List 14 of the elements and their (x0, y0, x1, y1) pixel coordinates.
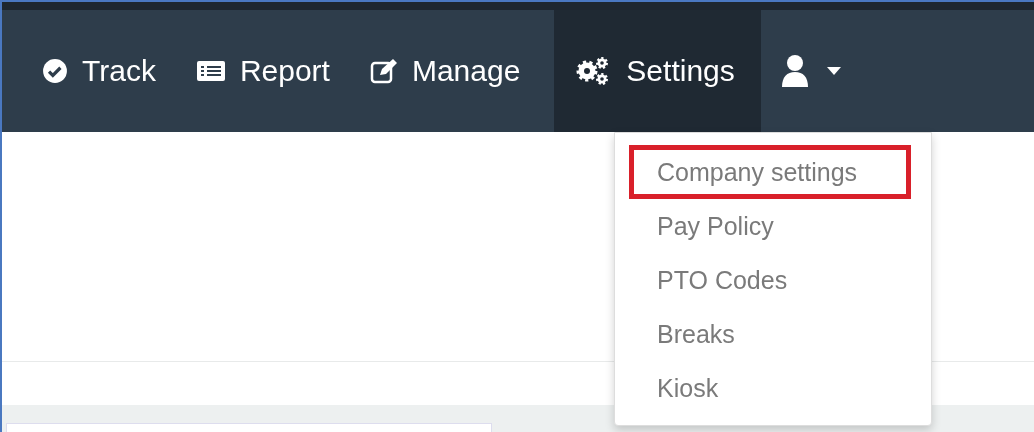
list-icon (195, 59, 226, 83)
caret-icon (826, 67, 841, 75)
check-circle-icon (42, 58, 68, 84)
menu-item[interactable]: Company settings (629, 145, 911, 199)
menu-item[interactable]: Breaks (615, 307, 931, 361)
menu-item[interactable]: PTO Codes (615, 253, 931, 307)
user-icon (780, 54, 809, 88)
nav-tab[interactable]: Track (22, 10, 176, 132)
menu-item[interactable]: Pay Policy (615, 199, 931, 253)
edit-icon (369, 58, 398, 84)
menu-item[interactable]: Kiosk (615, 361, 931, 415)
nav-tab[interactable]: Settings (554, 10, 761, 132)
nav-tab[interactable]: Manage (349, 10, 541, 132)
nav-tab[interactable]: Report (175, 10, 350, 132)
